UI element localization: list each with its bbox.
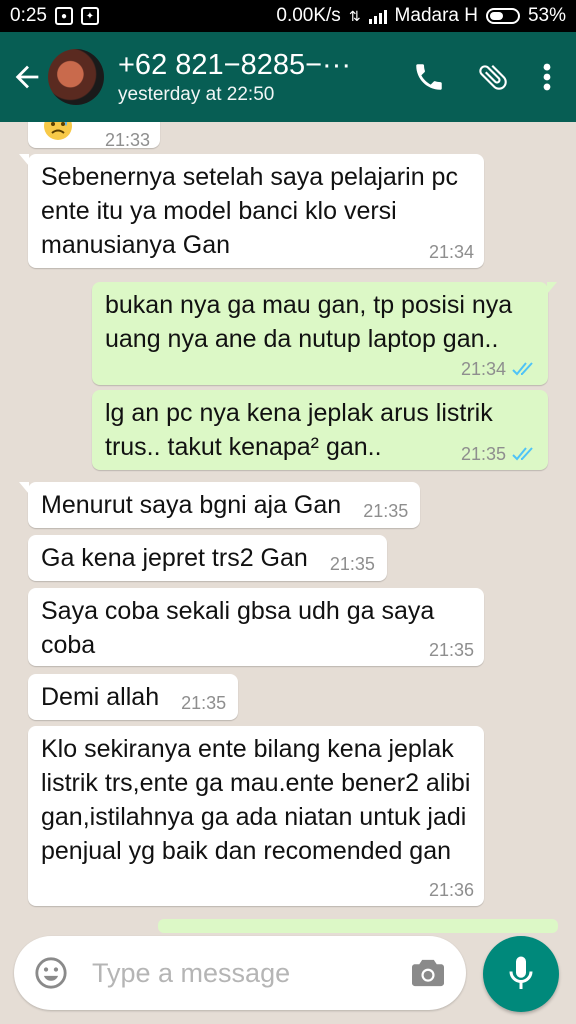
message-bubble-incoming[interactable]: Ga kena jepret trs2 Gan 21:35: [28, 535, 387, 581]
message-time-text: 21:34: [460, 359, 506, 379]
message-text: bukan nya ga mau gan, tp posisi nya uang…: [105, 291, 513, 353]
message-text: Demi allah: [41, 683, 160, 711]
message-time: 21:35: [428, 640, 474, 660]
more-vert-icon[interactable]: [540, 60, 554, 94]
last-seen: yesterday at 22:50: [118, 83, 275, 105]
message-time: 21:35: [329, 554, 375, 574]
microphone-icon: [509, 956, 533, 989]
mic-button[interactable]: [483, 936, 559, 1012]
paperclip-icon[interactable]: [476, 60, 510, 94]
message-time: 21:35: [181, 693, 227, 713]
battery-percent: 53%: [527, 5, 566, 26]
message-bubble-incoming[interactable]: Klo sekiranya ente bilang kena jeplak li…: [28, 726, 484, 906]
message-time: 21:35: [363, 501, 409, 521]
sad-face-emoji-icon: [44, 122, 72, 140]
back-arrow-icon[interactable]: [10, 60, 44, 94]
double-check-read-icon: [512, 447, 533, 461]
data-arrows-icon: ⇅: [348, 7, 361, 24]
message-bubble-incoming[interactable]: Menurut saya bgni aja Gan 21:35: [18, 482, 421, 528]
network-speed: 0.00K/s: [276, 5, 341, 26]
message-bubble-outgoing-partial: [158, 919, 558, 933]
message-bubble-outgoing[interactable]: lg an pc nya kena jeplak arus listrik tr…: [92, 390, 548, 470]
message-bubble-incoming[interactable]: 21:33: [28, 122, 160, 150]
message-composer: [14, 936, 466, 1010]
carrier-name: Madara H: [394, 5, 478, 26]
message-time: 21:33: [104, 130, 150, 150]
bbm-notification-icon: ✦: [80, 7, 99, 25]
message-time: 21:35: [461, 444, 538, 464]
phone-icon[interactable]: [412, 60, 446, 94]
message-text: Saya coba sekali gbsa udh ga saya coba: [41, 597, 435, 659]
battery-icon: [485, 8, 520, 24]
message-time: 21:36: [428, 880, 474, 900]
signal-icon: [368, 8, 387, 24]
message-time-text: 21:35: [460, 444, 506, 464]
message-time: 21:34: [429, 242, 474, 262]
status-time: 0:25: [10, 5, 47, 26]
message-text: Klo sekiranya ente bilang kena jeplak li…: [41, 735, 471, 865]
double-check-read-icon: [512, 362, 533, 376]
chat-area[interactable]: 21:33 Sebenernya setelah saya pelajarin …: [0, 122, 576, 932]
message-bubble-outgoing[interactable]: bukan nya ga mau gan, tp posisi nya uang…: [92, 282, 557, 385]
emoji-icon[interactable]: [34, 956, 68, 990]
message-time: 21:34: [461, 359, 538, 379]
message-text: Menurut saya bgni aja Gan: [41, 491, 342, 519]
message-text: lg an pc nya kena jeplak arus listrik tr…: [105, 399, 493, 461]
message-bubble-incoming[interactable]: Demi allah 21:35: [28, 674, 239, 720]
contact-name: +62 821−8285−···: [118, 48, 351, 81]
avatar[interactable]: [48, 49, 104, 105]
status-bar: 0:25 ● ✦ 0.00K/s ⇅ Madara H 53%: [0, 0, 576, 32]
message-bubble-incoming[interactable]: Sebenernya setelah saya pelajarin pc ent…: [19, 154, 484, 268]
message-time-text: 21:34: [428, 242, 474, 262]
notification-app-icon: ●: [54, 7, 73, 25]
message-bubble-incoming[interactable]: Saya coba sekali gbsa udh ga saya coba 2…: [28, 588, 484, 666]
message-text: Sebenernya setelah saya pelajarin pc ent…: [41, 163, 458, 259]
contact-info[interactable]: +62 821−8285−··· yesterday at 22:50: [118, 49, 368, 106]
camera-icon[interactable]: [410, 957, 446, 989]
message-input[interactable]: [90, 956, 384, 990]
message-text: Ga kena jepret trs2 Gan: [41, 544, 308, 572]
chat-header: +62 821−8285−··· yesterday at 22:50: [0, 32, 576, 122]
